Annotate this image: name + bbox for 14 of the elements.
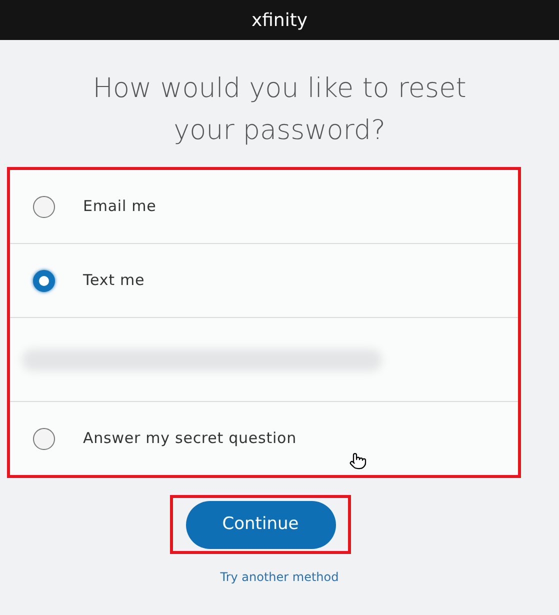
hand-cursor-icon [349, 450, 367, 472]
option-row[interactable]: Answer my secret question [10, 402, 518, 475]
option-label: Answer my secret question [83, 428, 296, 450]
radio-button[interactable] [33, 428, 55, 450]
option-label: Email me [83, 196, 156, 218]
logo[interactable]: xfinity [251, 6, 308, 34]
radio-button[interactable] [33, 196, 55, 218]
option-row[interactable]: Text me [10, 244, 518, 318]
try-another-method-link[interactable]: Try another method [220, 568, 339, 586]
page-heading: How would you like to reset your password? [92, 72, 468, 148]
option-row[interactable]: Email me [10, 170, 518, 244]
continue-button[interactable]: Continue [186, 500, 336, 548]
option-label: Text me [83, 270, 145, 292]
radio-button[interactable] [33, 270, 55, 292]
